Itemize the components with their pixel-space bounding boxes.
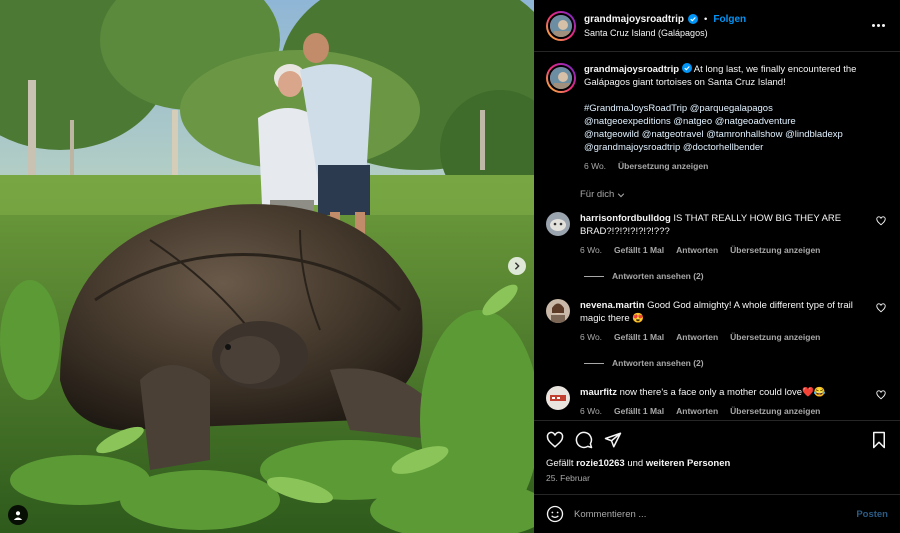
follow-button[interactable]: Folgen <box>713 14 746 25</box>
comment-username[interactable]: harrisonfordbulldog <box>580 213 671 224</box>
replies-divider <box>584 362 604 364</box>
likes-summary: Gefällt rozie10263 und weiteren Personen <box>546 458 888 469</box>
comment-like-heart-icon[interactable] <box>876 390 886 400</box>
comment-username[interactable]: nevena.martin <box>580 300 644 311</box>
comment-like-heart-icon[interactable] <box>876 216 886 226</box>
post-caption: grandmajoysroadtrip At long last, we fin… <box>546 63 888 173</box>
post-comment-button[interactable]: Posten <box>856 509 888 520</box>
verified-icon <box>688 14 699 24</box>
replies-divider <box>584 275 604 277</box>
caption-author-avatar[interactable] <box>546 63 576 93</box>
chevron-down-icon <box>618 192 625 197</box>
comment-input[interactable] <box>574 508 857 520</box>
author-username[interactable]: grandmajoysroadtrip <box>584 14 684 25</box>
more-icon <box>871 24 875 27</box>
comment-item: harrisonfordbulldog IS THAT REALLY HOW B… <box>546 212 888 257</box>
comment-age: 6 Wo. <box>580 332 603 342</box>
tortoise-photo-image <box>0 0 534 533</box>
post-date[interactable]: 25. Februar <box>546 473 888 483</box>
author-avatar-image <box>550 14 572 37</box>
comment-age: 6 Wo. <box>580 406 603 416</box>
view-replies-label: Antworten ansehen (2) <box>612 271 704 281</box>
comment-composer: Posten <box>534 494 900 533</box>
view-replies-button[interactable]: Antworten ansehen (2) <box>584 358 888 368</box>
commenter-avatar-image <box>546 212 570 236</box>
comment-item: maurfitz now there's a face only a mothe… <box>546 386 888 418</box>
comment-item: nevena.martin Good God almighty! A whole… <box>546 299 888 344</box>
comment-likes[interactable]: Gefällt 1 Mal <box>614 331 664 344</box>
verified-icon <box>681 63 692 73</box>
heart-icon[interactable] <box>546 431 564 449</box>
likes-prefix: Gefällt <box>546 458 577 469</box>
comment-reply-button[interactable]: Antworten <box>676 244 718 257</box>
comment-username[interactable]: maurfitz <box>580 387 617 398</box>
commenter-avatar[interactable] <box>546 212 570 236</box>
commenter-avatar[interactable] <box>546 299 570 323</box>
caption-hashtags[interactable]: #GrandmaJoysRoadTrip @parquegalapagos @n… <box>584 102 888 154</box>
comments-list[interactable]: grandmajoysroadtrip At long last, we fin… <box>534 53 900 420</box>
likes-middle: und <box>624 458 646 469</box>
post-viewer: grandmajoysroadtrip • Folgen Santa Cruz … <box>0 0 900 533</box>
commenter-avatar-image <box>546 299 570 323</box>
comment-translate-button[interactable]: Übersetzung anzeigen <box>730 405 820 418</box>
view-replies-label: Antworten ansehen (2) <box>612 358 704 368</box>
bookmark-icon[interactable] <box>870 431 888 449</box>
view-replies-button[interactable]: Antworten ansehen (2) <box>584 271 888 281</box>
commenter-avatar-image <box>546 386 570 410</box>
next-image-button[interactable] <box>508 257 526 275</box>
share-icon[interactable] <box>604 431 622 449</box>
comment-like-heart-icon[interactable] <box>876 303 886 313</box>
comment-text: now there's a face only a mother could l… <box>619 387 826 398</box>
commenter-avatar[interactable] <box>546 386 570 410</box>
for-you-toggle[interactable]: Für dich <box>580 189 888 200</box>
comment-likes[interactable]: Gefällt 1 Mal <box>614 405 664 418</box>
likes-others-link[interactable]: weiteren Personen <box>646 458 730 469</box>
post-photo[interactable] <box>0 0 534 533</box>
comment-reply-button[interactable]: Antworten <box>676 331 718 344</box>
comment-translate-button[interactable]: Übersetzung anzeigen <box>730 331 820 344</box>
chevron-right-icon <box>514 262 520 270</box>
show-tagged-people-button[interactable] <box>8 505 28 525</box>
comment-age: 6 Wo. <box>580 245 603 255</box>
more-options-button[interactable] <box>868 24 888 27</box>
for-you-label: Für dich <box>580 189 615 200</box>
emoji-icon[interactable] <box>546 505 564 523</box>
comment-likes[interactable]: Gefällt 1 Mal <box>614 244 664 257</box>
caption-age: 6 Wo. <box>584 161 607 171</box>
author-avatar[interactable] <box>546 10 576 41</box>
comment-icon[interactable] <box>575 431 593 449</box>
comment-translate-button[interactable]: Übersetzung anzeigen <box>730 244 820 257</box>
person-tag-icon <box>13 511 23 520</box>
caption-username[interactable]: grandmajoysroadtrip <box>584 64 679 75</box>
post-actions: Gefällt rozie10263 und weiteren Personen… <box>534 420 900 483</box>
separator-dot: • <box>704 13 708 25</box>
caption-avatar-image <box>550 67 572 89</box>
likes-user-link[interactable]: rozie10263 <box>576 458 625 469</box>
caption-translate-button[interactable]: Übersetzung anzeigen <box>618 160 708 173</box>
comment-reply-button[interactable]: Antworten <box>676 405 718 418</box>
post-header: grandmajoysroadtrip • Folgen Santa Cruz … <box>534 0 900 52</box>
post-side-panel: grandmajoysroadtrip • Folgen Santa Cruz … <box>534 0 900 533</box>
post-location[interactable]: Santa Cruz Island (Galápagos) <box>584 28 868 38</box>
